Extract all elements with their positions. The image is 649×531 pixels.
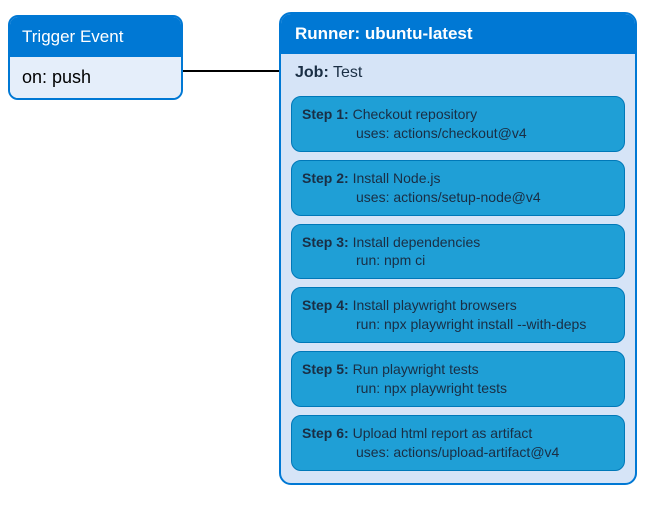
step-detail: uses: actions/setup-node@v4: [302, 188, 614, 207]
step-item: Step 6: Upload html report as artifact u…: [291, 415, 625, 471]
step-number: Step 5:: [302, 361, 349, 377]
step-detail: uses: actions/upload-artifact@v4: [302, 443, 614, 462]
job-row: Job: Test: [281, 54, 635, 88]
job-label: Job:: [295, 64, 329, 81]
step-title: Checkout repository: [353, 106, 478, 122]
step-item: Step 1: Checkout repository uses: action…: [291, 96, 625, 152]
job-name: Test: [333, 64, 362, 81]
trigger-event-body: on: push: [10, 57, 181, 98]
step-number: Step 6:: [302, 425, 349, 441]
step-title: Install playwright browsers: [353, 297, 517, 313]
step-detail: run: npm ci: [302, 251, 614, 270]
step-number: Step 2:: [302, 170, 349, 186]
trigger-event-box: Trigger Event on: push: [8, 15, 183, 100]
runner-box: Runner: ubuntu-latest Job: Test Step 1: …: [279, 12, 637, 485]
step-number: Step 4:: [302, 297, 349, 313]
step-item: Step 5: Run playwright tests run: npx pl…: [291, 351, 625, 407]
step-detail: uses: actions/checkout@v4: [302, 124, 614, 143]
steps-list: Step 1: Checkout repository uses: action…: [281, 96, 635, 483]
step-title: Run playwright tests: [353, 361, 479, 377]
step-item: Step 4: Install playwright browsers run:…: [291, 287, 625, 343]
step-title: Install Node.js: [353, 170, 441, 186]
trigger-event-header: Trigger Event: [10, 17, 181, 57]
runner-header: Runner: ubuntu-latest: [281, 14, 635, 54]
step-detail: run: npx playwright tests: [302, 379, 614, 398]
step-detail: run: npx playwright install --with-deps: [302, 315, 614, 334]
step-number: Step 1:: [302, 106, 349, 122]
step-title: Upload html report as artifact: [353, 425, 533, 441]
step-item: Step 3: Install dependencies run: npm ci: [291, 224, 625, 280]
step-title: Install dependencies: [353, 234, 481, 250]
step-number: Step 3:: [302, 234, 349, 250]
step-item: Step 2: Install Node.js uses: actions/se…: [291, 160, 625, 216]
connector-line: [183, 70, 279, 72]
